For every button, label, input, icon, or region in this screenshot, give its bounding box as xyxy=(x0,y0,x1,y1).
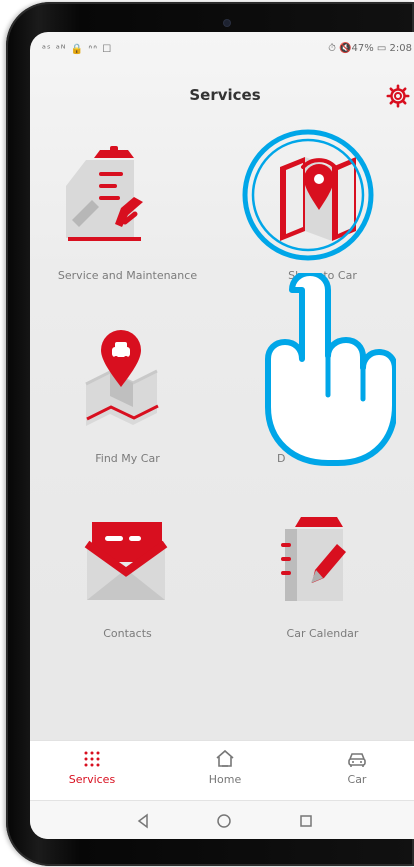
status-left: ᵃˢ ᵃᴺ 🔒 ᐢᐢ ☐ xyxy=(42,44,113,55)
map-car-pin-icon xyxy=(85,330,159,426)
front-camera xyxy=(224,20,230,26)
gear-icon[interactable] xyxy=(386,84,410,108)
nav-car[interactable]: Car xyxy=(312,741,402,799)
hidden-service-tile[interactable]: D xyxy=(225,322,414,492)
service-maintenance-tile[interactable]: Service and Maintenance xyxy=(30,142,225,312)
find-my-car-tile[interactable]: Find My Car xyxy=(30,322,225,492)
envelope-card-icon xyxy=(84,522,168,600)
service-icon xyxy=(291,356,337,410)
status-bar: ᵃˢ ᵃᴺ 🔒 ᐢᐢ ☐ ⏱ 🔇47% ▭ 2:08 xyxy=(30,32,414,66)
square-recent-icon[interactable] xyxy=(296,811,316,831)
nav-home[interactable]: Home xyxy=(180,741,270,799)
tile-label: Contacts xyxy=(103,627,152,640)
tile-label: Service and Maintenance xyxy=(57,269,198,282)
system-navigation xyxy=(30,800,414,839)
clipboard-wrench-icon xyxy=(66,146,143,241)
bottom-navigation: Services Home Car xyxy=(30,740,414,801)
tile-label: Share to Car xyxy=(288,269,357,282)
nav-label-home: Home xyxy=(208,773,242,786)
notebook-pen-icon xyxy=(281,517,346,601)
nav-label-car: Car xyxy=(347,773,367,786)
tile-label: Find My Car xyxy=(95,452,160,465)
map-pin-wifi-icon xyxy=(280,157,356,241)
phone-frame: ᵃˢ ᵃᴺ 🔒 ᐢᐢ ☐ ⏱ 🔇47% ▭ 2:08 Services Serv… xyxy=(6,2,414,866)
status-right: ⏱ 🔇47% ▭ 2:08 xyxy=(328,43,412,54)
nav-services[interactable]: Services xyxy=(47,741,137,799)
car-icon xyxy=(348,753,366,767)
nav-label-services: Services xyxy=(68,773,116,786)
page-title: Services xyxy=(189,86,261,104)
screen-capture: ᵃˢ ᵃᴺ 🔒 ᐢᐢ ☐ ⏱ 🔇47% ▭ 2:08 Services Serv… xyxy=(0,0,414,867)
contacts-tile[interactable]: Contacts xyxy=(30,497,225,667)
tile-label: Car Calendar xyxy=(286,627,359,640)
triangle-back-icon[interactable] xyxy=(133,811,153,831)
home-icon xyxy=(216,749,234,767)
car-calendar-tile[interactable]: Car Calendar xyxy=(225,497,414,667)
circle-home-icon[interactable] xyxy=(214,811,234,831)
app-screen: ᵃˢ ᵃᴺ 🔒 ᐢᐢ ☐ ⏱ 🔇47% ▭ 2:08 Services Serv… xyxy=(30,32,414,839)
grid-dots-icon xyxy=(84,751,100,767)
tile-label: D xyxy=(277,452,286,465)
share-to-car-tile[interactable]: Share to Car xyxy=(225,142,414,312)
